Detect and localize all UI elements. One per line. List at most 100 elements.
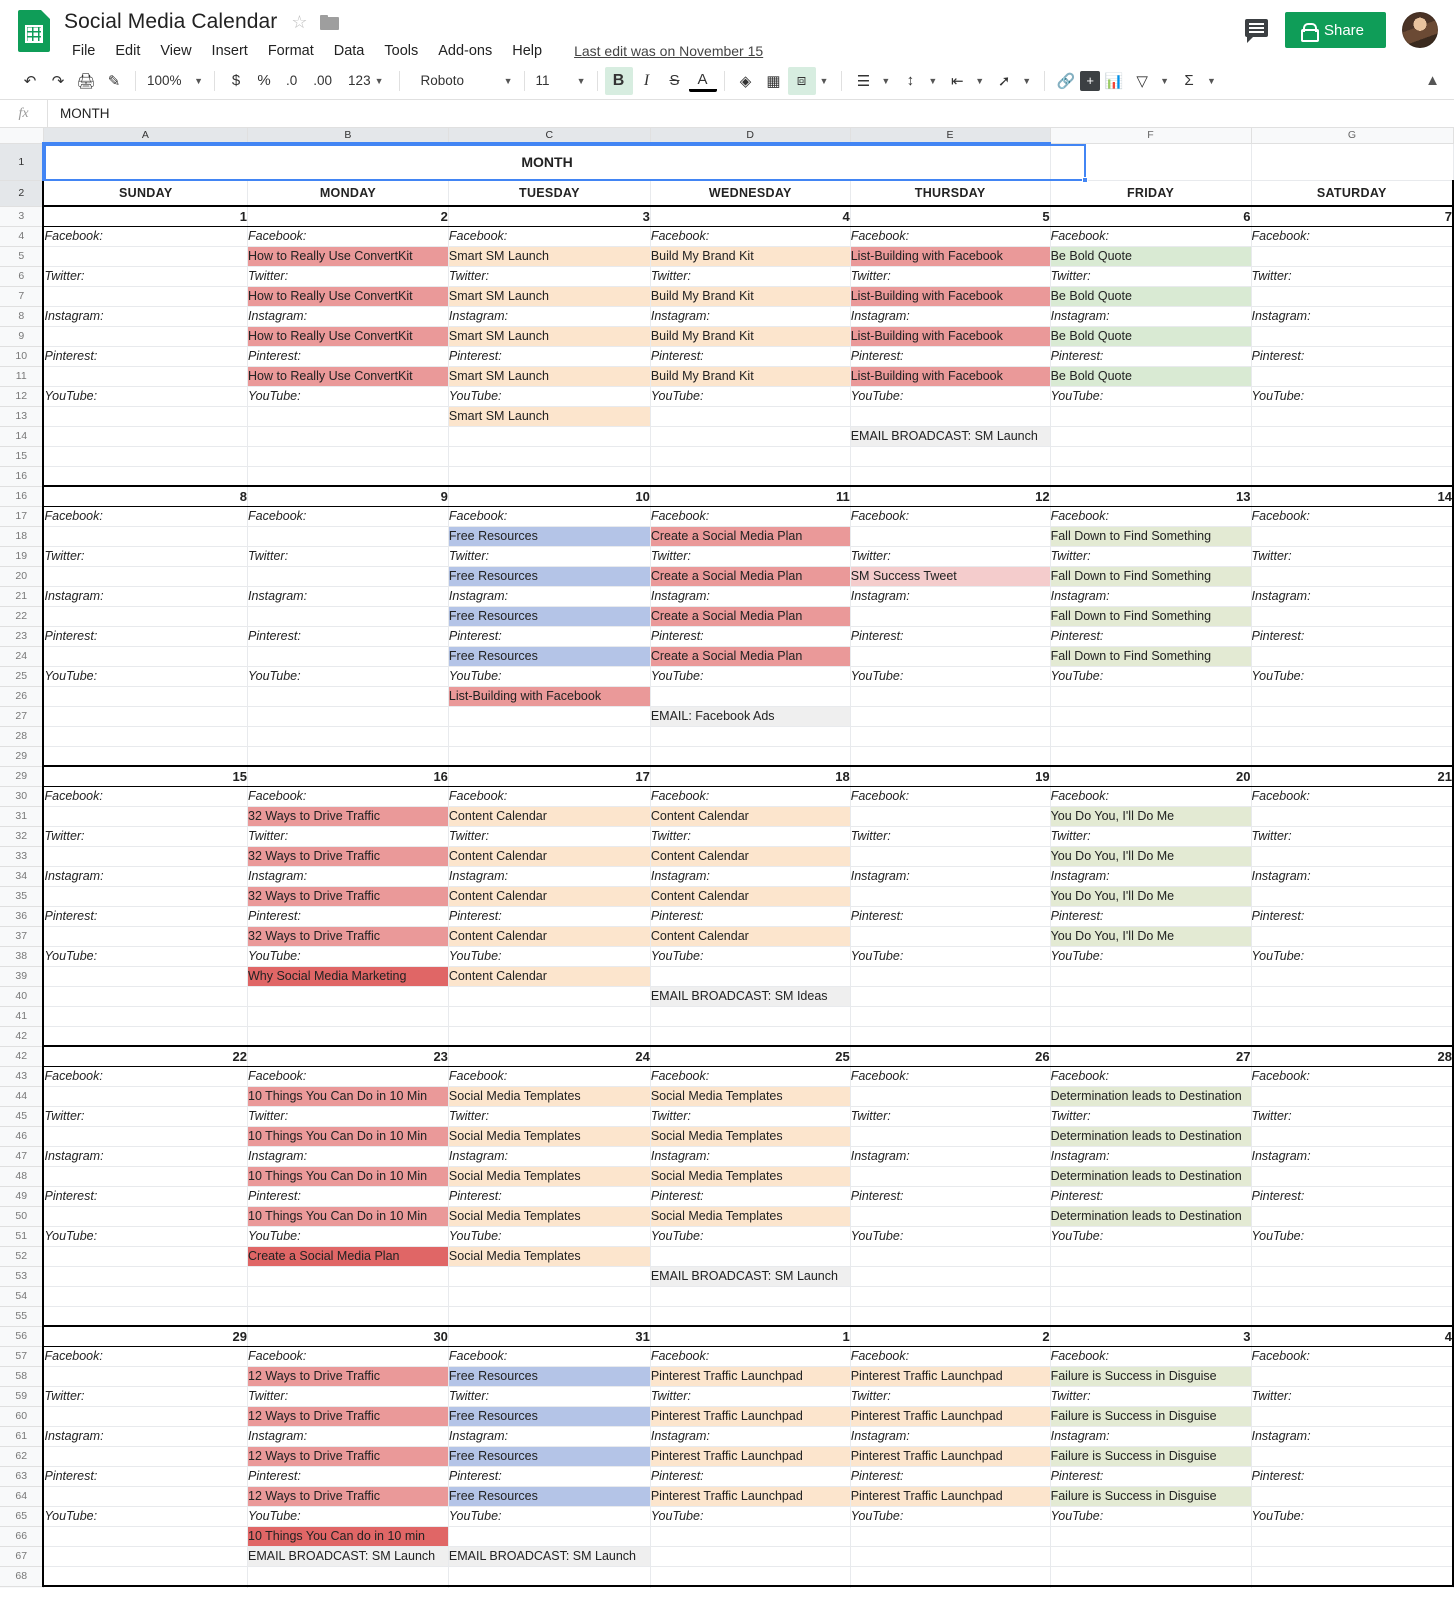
post-cell[interactable] (1250, 1525, 1454, 1547)
platform-label[interactable]: YouTube: (247, 1225, 449, 1247)
empty-cell[interactable] (42, 1305, 249, 1327)
row-header-8[interactable]: 8 (0, 305, 44, 327)
row-header-19[interactable]: 19 (0, 545, 44, 567)
empty-cell[interactable] (247, 1025, 449, 1047)
platform-label[interactable]: Twitter: (1250, 825, 1454, 847)
post-cell[interactable] (849, 605, 1051, 627)
platform-label[interactable]: Facebook: (247, 1065, 449, 1087)
empty-cell[interactable] (1049, 1005, 1252, 1027)
row-header-33[interactable]: 33 (0, 845, 44, 867)
platform-label[interactable]: Instagram: (1049, 305, 1252, 327)
post-cell[interactable] (42, 1445, 249, 1467)
platform-label[interactable]: Instagram: (247, 865, 449, 887)
post-cell[interactable] (42, 1365, 249, 1387)
post-cell[interactable] (649, 965, 851, 987)
row-header-16[interactable]: 16 (0, 485, 44, 507)
date-cell-27[interactable]: 27 (1049, 1045, 1252, 1067)
platform-label[interactable]: Twitter: (849, 1385, 1051, 1407)
broadcast-cell[interactable]: EMAIL BROADCAST: SM Launch (649, 1265, 851, 1287)
broadcast-cell[interactable] (447, 705, 651, 727)
post-cell[interactable]: Content Calendar (447, 805, 651, 827)
empty-cell[interactable] (42, 1005, 249, 1027)
post-cell[interactable]: Be Bold Quote (1049, 285, 1252, 307)
post-cell[interactable] (1250, 1125, 1454, 1147)
platform-label[interactable]: Facebook: (849, 785, 1051, 807)
platform-label[interactable]: Pinterest: (1250, 625, 1454, 647)
platform-label[interactable]: Twitter: (42, 825, 249, 847)
row-header-5[interactable]: 5 (0, 245, 44, 267)
empty-cell[interactable] (1250, 1005, 1454, 1027)
platform-label[interactable]: YouTube: (247, 385, 449, 407)
post-cell[interactable] (1250, 805, 1454, 827)
post-cell[interactable] (42, 925, 249, 947)
platform-label[interactable]: Facebook: (1250, 505, 1454, 527)
empty-cell[interactable] (1049, 1585, 1252, 1588)
row-header-12[interactable]: 12 (0, 385, 44, 407)
post-cell[interactable]: 12 Ways to Drive Traffic (247, 1405, 449, 1427)
platform-label[interactable]: Twitter: (849, 265, 1051, 287)
post-cell[interactable]: Fall Down to Find Something (1049, 645, 1252, 667)
empty-cell[interactable] (447, 1585, 651, 1588)
platform-label[interactable]: Instagram: (247, 1425, 449, 1447)
platform-label[interactable]: Facebook: (649, 225, 851, 247)
empty-cell[interactable] (447, 1025, 651, 1047)
platform-label[interactable]: YouTube: (447, 1225, 651, 1247)
functions-icon[interactable]: Σ (1175, 67, 1203, 95)
platform-label[interactable]: Instagram: (649, 865, 851, 887)
empty-cell[interactable] (649, 725, 851, 747)
row-header-47[interactable]: 47 (0, 1145, 44, 1167)
platform-label[interactable]: Facebook: (247, 505, 449, 527)
increase-decimal-button[interactable]: .00 (305, 67, 340, 95)
platform-label[interactable]: Twitter: (649, 1105, 851, 1127)
platform-label[interactable]: YouTube: (42, 945, 249, 967)
date-cell-25[interactable]: 25 (649, 1045, 851, 1067)
post-cell[interactable] (247, 405, 449, 427)
row-header-64[interactable]: 64 (0, 1485, 44, 1507)
date-cell-7[interactable]: 7 (1250, 205, 1454, 227)
day-name-monday[interactable]: MONDAY (247, 179, 449, 207)
platform-label[interactable]: Facebook: (42, 225, 249, 247)
post-cell[interactable] (849, 1165, 1051, 1187)
broadcast-cell[interactable] (1049, 1265, 1252, 1287)
post-cell[interactable] (849, 845, 1051, 867)
broadcast-cell[interactable]: EMAIL BROADCAST: SM Launch (247, 1545, 449, 1567)
broadcast-cell[interactable] (1049, 985, 1252, 1007)
post-cell[interactable] (42, 965, 249, 987)
post-cell[interactable] (849, 685, 1051, 707)
empty-cell[interactable] (247, 745, 449, 767)
empty-cell[interactable] (247, 1305, 449, 1327)
post-cell[interactable] (649, 685, 851, 707)
menu-tools[interactable]: Tools (374, 41, 428, 61)
platform-label[interactable]: Twitter: (849, 1105, 1051, 1127)
row-header-58[interactable]: 58 (0, 1365, 44, 1387)
platform-label[interactable]: YouTube: (849, 385, 1051, 407)
post-cell[interactable]: Pinterest Traffic Launchpad (649, 1485, 851, 1507)
platform-label[interactable]: Pinterest: (247, 625, 449, 647)
platform-label[interactable]: YouTube: (849, 1225, 1051, 1247)
broadcast-cell[interactable] (849, 985, 1051, 1007)
post-cell[interactable]: Social Media Templates (447, 1205, 651, 1227)
platform-label[interactable]: Twitter: (1250, 545, 1454, 567)
post-cell[interactable]: List-Building with Facebook (447, 685, 651, 707)
broadcast-cell[interactable]: EMAIL BROADCAST: SM Ideas (649, 985, 851, 1007)
empty-cell[interactable] (1250, 1025, 1454, 1047)
platform-label[interactable]: Facebook: (42, 1065, 249, 1087)
broadcast-cell[interactable] (42, 985, 249, 1007)
post-cell[interactable]: Content Calendar (649, 805, 851, 827)
empty-cell[interactable] (1250, 1305, 1454, 1327)
row-header-1[interactable]: 1 (0, 142, 45, 181)
post-cell[interactable] (42, 1525, 249, 1547)
post-cell[interactable] (1250, 885, 1454, 907)
post-cell[interactable] (1250, 1205, 1454, 1227)
post-cell[interactable] (849, 1085, 1051, 1107)
date-cell-28[interactable]: 28 (1250, 1045, 1454, 1067)
empty-cell[interactable] (1049, 465, 1252, 487)
folder-icon[interactable] (319, 14, 339, 30)
platform-label[interactable]: Pinterest: (1049, 1465, 1252, 1487)
empty-cell[interactable] (649, 1305, 851, 1327)
empty-cell[interactable] (1049, 1285, 1252, 1307)
broadcast-cell[interactable] (247, 1265, 449, 1287)
platform-label[interactable]: Facebook: (1049, 225, 1252, 247)
horizontal-align-icon[interactable]: ☰ (849, 67, 877, 95)
post-cell[interactable] (447, 1525, 651, 1547)
